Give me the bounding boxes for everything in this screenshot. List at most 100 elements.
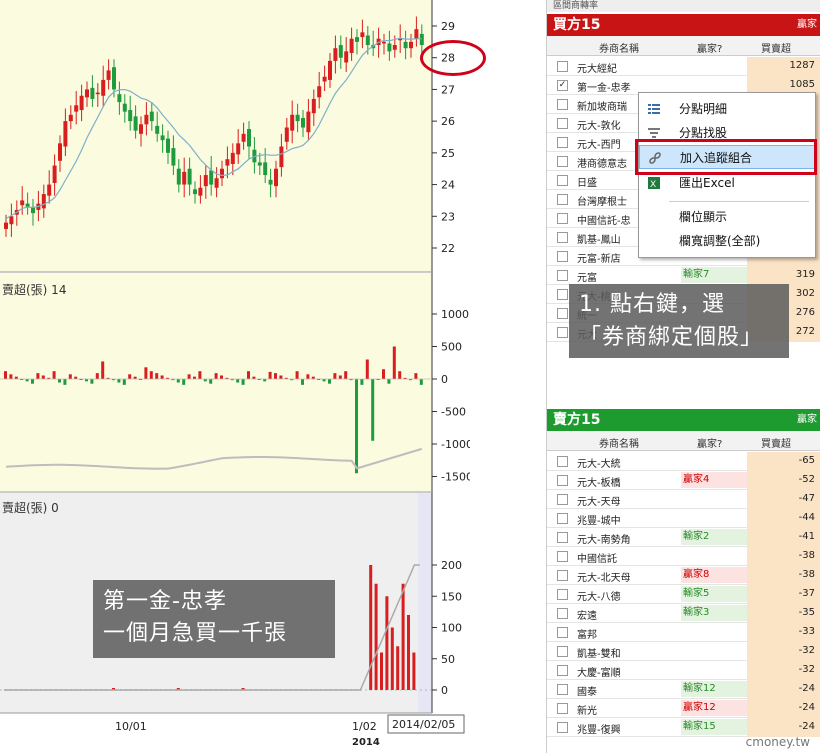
row-checkbox[interactable]	[557, 99, 568, 110]
broker-name: 國泰	[577, 687, 597, 698]
lower-tick-label: 0	[441, 684, 448, 697]
candle-body	[95, 92, 100, 95]
row-checkbox[interactable]	[557, 308, 568, 319]
lower-bar	[412, 652, 416, 690]
menu-item-column-width[interactable]: 欄寬調整(全部)	[639, 229, 817, 253]
candle-body	[106, 70, 111, 80]
row-checkbox[interactable]	[557, 251, 568, 262]
candle-body	[382, 41, 386, 44]
buy-row[interactable]: 元富 輸家7 319	[547, 266, 820, 285]
left-callout-line2: 一個月急買一千張	[103, 621, 288, 646]
row-checkbox[interactable]	[557, 627, 568, 638]
broker-name: 新光	[577, 706, 597, 717]
net-amount: 302	[795, 288, 815, 299]
sell-row[interactable]: 中國信託 -38	[547, 547, 820, 566]
row-checkbox[interactable]	[557, 513, 568, 524]
winner-tag: 輸家15	[681, 719, 747, 735]
sell-row[interactable]: 元大-北天母 贏家8 -38	[547, 566, 820, 585]
sell-row[interactable]: 元大-南勢角 輸家2 -41	[547, 528, 820, 547]
row-checkbox[interactable]	[557, 175, 568, 186]
candle-body	[257, 162, 262, 166]
row-checkbox[interactable]	[557, 61, 568, 72]
candle-body	[128, 110, 133, 122]
menu-item-branch-detail[interactable]: 分點明細	[639, 97, 817, 121]
row-checkbox[interactable]	[557, 532, 568, 543]
list-icon	[648, 104, 660, 114]
buy-col-name[interactable]: 券商名稱	[599, 40, 639, 55]
buy-title: 買方15	[553, 17, 601, 33]
price-tick-label: 26	[441, 115, 455, 128]
buy-col-amount[interactable]: 買賣超	[761, 40, 791, 55]
candle-body	[344, 51, 349, 63]
volume-bar	[338, 375, 342, 379]
candle-body	[187, 168, 192, 185]
volume-tick-label: -1500	[441, 471, 470, 484]
volume-bar	[41, 375, 45, 379]
volume-bar	[160, 375, 164, 379]
buy-row[interactable]: 元大經紀 1287	[547, 57, 820, 76]
row-checkbox[interactable]	[557, 475, 568, 486]
price-highlight-circle	[420, 40, 486, 76]
winner-tag: 輸家7	[681, 267, 747, 283]
left-callout-line1: 第一金-忠孝	[103, 589, 227, 614]
sell-title: 賣方15	[553, 412, 601, 428]
broker-name: 元大-大統	[577, 459, 621, 470]
row-checkbox[interactable]	[557, 646, 568, 657]
candle-body	[166, 138, 170, 153]
volume-bar	[52, 371, 56, 379]
row-checkbox[interactable]	[557, 213, 568, 224]
buy-col-win[interactable]: 贏家?	[697, 40, 722, 55]
x-axis-label: 10/01	[115, 720, 147, 733]
volume-bar	[149, 371, 153, 379]
sell-row[interactable]: 宏遠 輸家3 -35	[547, 604, 820, 623]
row-checkbox[interactable]	[557, 456, 568, 467]
row-checkbox[interactable]	[557, 589, 568, 600]
row-checkbox[interactable]	[557, 608, 568, 619]
menu-item-column-display[interactable]: 欄位顯示	[639, 205, 817, 229]
row-checkbox[interactable]	[557, 289, 568, 300]
row-checkbox[interactable]	[557, 194, 568, 205]
candle-body	[209, 170, 214, 185]
row-checkbox[interactable]	[557, 551, 568, 562]
row-checkbox[interactable]	[557, 494, 568, 505]
sell-col-win[interactable]: 贏家?	[697, 435, 722, 450]
volume-bar	[279, 375, 283, 379]
row-checkbox[interactable]	[557, 722, 568, 733]
sell-row[interactable]: 元大-八德 輸家5 -37	[547, 585, 820, 604]
candle-body	[414, 29, 419, 39]
row-checkbox[interactable]	[557, 665, 568, 676]
row-checkbox[interactable]	[557, 232, 568, 243]
volume-bar	[344, 371, 348, 379]
sell-row[interactable]: 大慶-富順 -32	[547, 661, 820, 680]
row-checkbox[interactable]	[557, 270, 568, 281]
row-checkbox[interactable]	[557, 684, 568, 695]
volume-bar	[58, 379, 61, 383]
row-checkbox[interactable]	[557, 703, 568, 714]
lower-bar	[390, 627, 394, 690]
sell-row[interactable]: 富邦 -33	[547, 623, 820, 642]
net-amount: -47	[798, 493, 815, 504]
net-amount: -24	[798, 702, 815, 713]
row-checkbox[interactable]	[557, 327, 568, 338]
row-checkbox[interactable]	[557, 118, 568, 129]
sell-row[interactable]: 元大-天母 -47	[547, 490, 820, 509]
candle-body	[333, 48, 338, 61]
candle-body	[182, 171, 187, 185]
sell-row[interactable]: 兆豐-城中 -44	[547, 509, 820, 528]
candle-body	[112, 67, 116, 90]
sell-row[interactable]: 新光 贏家12 -24	[547, 699, 820, 718]
row-checkbox[interactable]: ✓	[557, 80, 568, 91]
sell-row[interactable]: 國泰 輸家12 -24	[547, 680, 820, 699]
excel-icon: X	[648, 177, 660, 190]
volume-bar	[36, 373, 40, 379]
screenshot-root: 29 28 27 26 25 24 23 22 1000 500 0 -500 -1000 -1500 20…	[0, 0, 820, 753]
row-checkbox[interactable]	[557, 137, 568, 148]
sell-row[interactable]: 元大-板橋 贏家4 -52	[547, 471, 820, 490]
sell-col-amount[interactable]: 買賣超	[761, 435, 791, 450]
sell-row[interactable]: 元大-大統 -65	[547, 452, 820, 471]
row-checkbox[interactable]	[557, 156, 568, 167]
sell-col-name[interactable]: 券商名稱	[599, 435, 639, 450]
sell-row[interactable]: 凱基-雙和 -32	[547, 642, 820, 661]
row-checkbox[interactable]	[557, 570, 568, 581]
winner-tag	[681, 624, 747, 640]
